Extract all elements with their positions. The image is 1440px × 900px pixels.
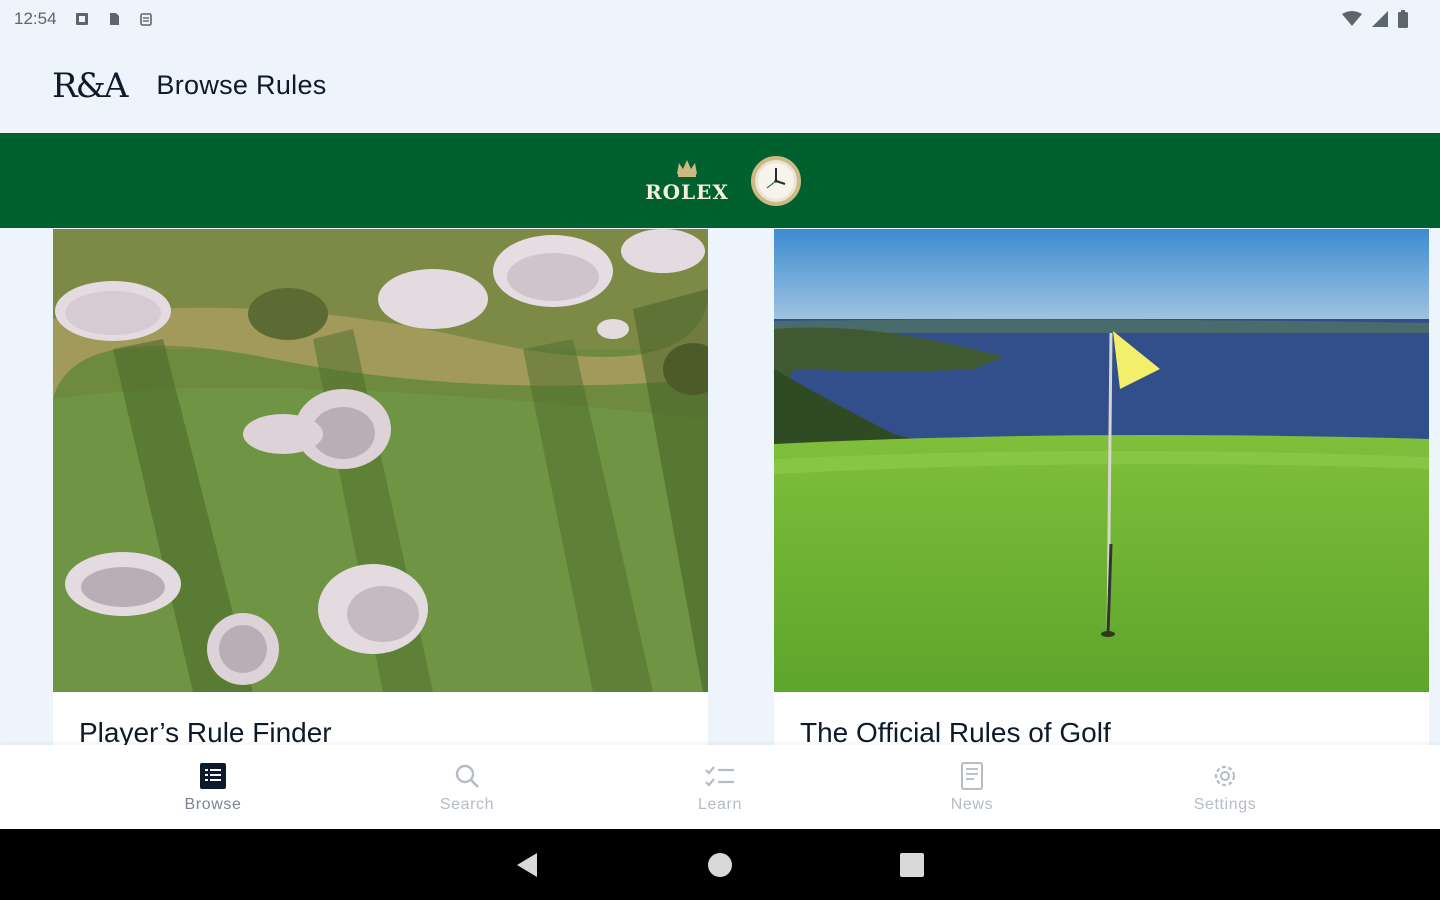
status-right [1342, 10, 1408, 28]
card-title: Player’s Rule Finder [79, 717, 332, 745]
home-button[interactable] [680, 829, 760, 900]
browse-icon [197, 760, 229, 792]
status-time: 12:54 [14, 9, 57, 28]
nav-label-search: Search [439, 796, 495, 813]
wifi-icon [1342, 11, 1362, 26]
home-icon [708, 852, 732, 877]
learn-icon [704, 760, 736, 792]
aerial-course-image [53, 229, 708, 692]
signal-icon [1372, 11, 1388, 27]
search-icon [451, 760, 483, 792]
nav-settings[interactable]: Settings [1150, 745, 1300, 829]
nav-news[interactable]: News [897, 745, 1047, 829]
bottom-navigation: Browse Search Learn News Settings [0, 745, 1440, 829]
nav-label-browse: Browse [184, 796, 242, 813]
settings-icon [1209, 760, 1241, 792]
system-navigation-bar [0, 829, 1440, 900]
ra-logo: R&A [52, 65, 128, 106]
official-rules-card[interactable]: The Official Rules of Golf [774, 229, 1429, 745]
clock-icon [750, 155, 801, 206]
news-icon [956, 760, 988, 792]
players-rule-finder-card[interactable]: Player’s Rule Finder [53, 229, 708, 745]
sponsor-banner[interactable]: ROLEX [0, 133, 1440, 228]
notification-icon [75, 13, 88, 25]
rolex-wordmark: ROLEX [645, 179, 729, 204]
battery-icon [1398, 10, 1408, 28]
recents-button[interactable] [872, 829, 952, 900]
status-left: 12:54 [14, 9, 153, 29]
page-title: Browse Rules [156, 70, 327, 100]
rolex-logo: ROLEX [645, 158, 729, 204]
crown-icon [677, 159, 697, 177]
app-bar: R&A Browse Rules [0, 38, 1440, 133]
nav-label-learn: Learn [698, 796, 742, 813]
nav-browse[interactable]: Browse [138, 745, 288, 829]
card-title: The Official Rules of Golf [800, 717, 1111, 745]
sd-card-icon [109, 13, 119, 25]
nav-label-settings: Settings [1193, 796, 1257, 813]
nav-label-news: News [950, 796, 994, 813]
back-icon [517, 852, 537, 877]
nav-search[interactable]: Search [392, 745, 542, 829]
clipboard-icon [139, 13, 152, 26]
recents-icon [900, 852, 924, 877]
golf-green-sea-image [774, 229, 1429, 692]
nav-learn[interactable]: Learn [645, 745, 795, 829]
back-button[interactable] [487, 829, 567, 900]
status-bar: 12:54 [0, 0, 1440, 38]
